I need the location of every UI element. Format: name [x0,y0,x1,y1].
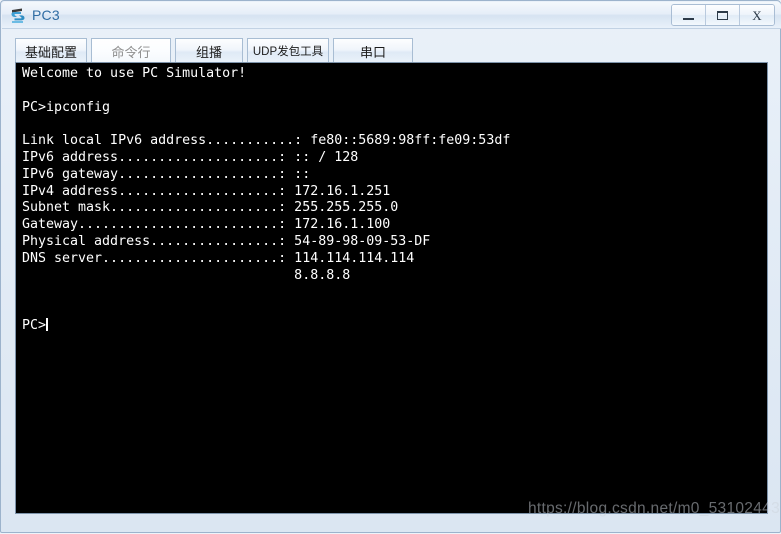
tab-basic-config[interactable]: 基础配置 [15,38,87,63]
minimize-button[interactable] [672,5,706,25]
tab-serial-port[interactable]: 串口 [333,38,413,63]
maximize-button[interactable] [706,5,740,25]
pc-simulator-icon [9,6,27,24]
tab-bar: 基础配置 命令行 组播 UDP发包工具 串口 [15,37,417,63]
terminal-text: Welcome to use PC Simulator! PC>ipconfig… [22,66,511,333]
terminal-output: Welcome to use PC Simulator! PC>ipconfig… [22,66,510,335]
window-title: PC3 [32,7,60,23]
tab-label: 基础配置 [24,44,77,60]
window-controls: X [671,4,775,26]
tab-label: 命令行 [111,44,151,60]
close-button[interactable]: X [740,5,774,25]
pc-simulator-window: PC3 X 基础配置 命令行 组播 UDP发包工具 串口 Welcome to … [0,0,781,533]
terminal-console[interactable]: Welcome to use PC Simulator! PC>ipconfig… [15,62,768,514]
tab-label: UDP发包工具 [252,46,324,58]
tab-command-line[interactable]: 命令行 [91,38,171,63]
minimize-icon [683,17,694,20]
title-bar[interactable]: PC3 X [2,2,781,29]
tab-multicast[interactable]: 组播 [175,38,243,63]
close-icon: X [752,7,762,23]
maximize-icon [717,10,728,20]
tab-udp-tool[interactable]: UDP发包工具 [247,38,329,63]
text-cursor [46,317,49,331]
tab-label: 组播 [195,44,222,60]
tab-label: 串口 [359,44,386,60]
